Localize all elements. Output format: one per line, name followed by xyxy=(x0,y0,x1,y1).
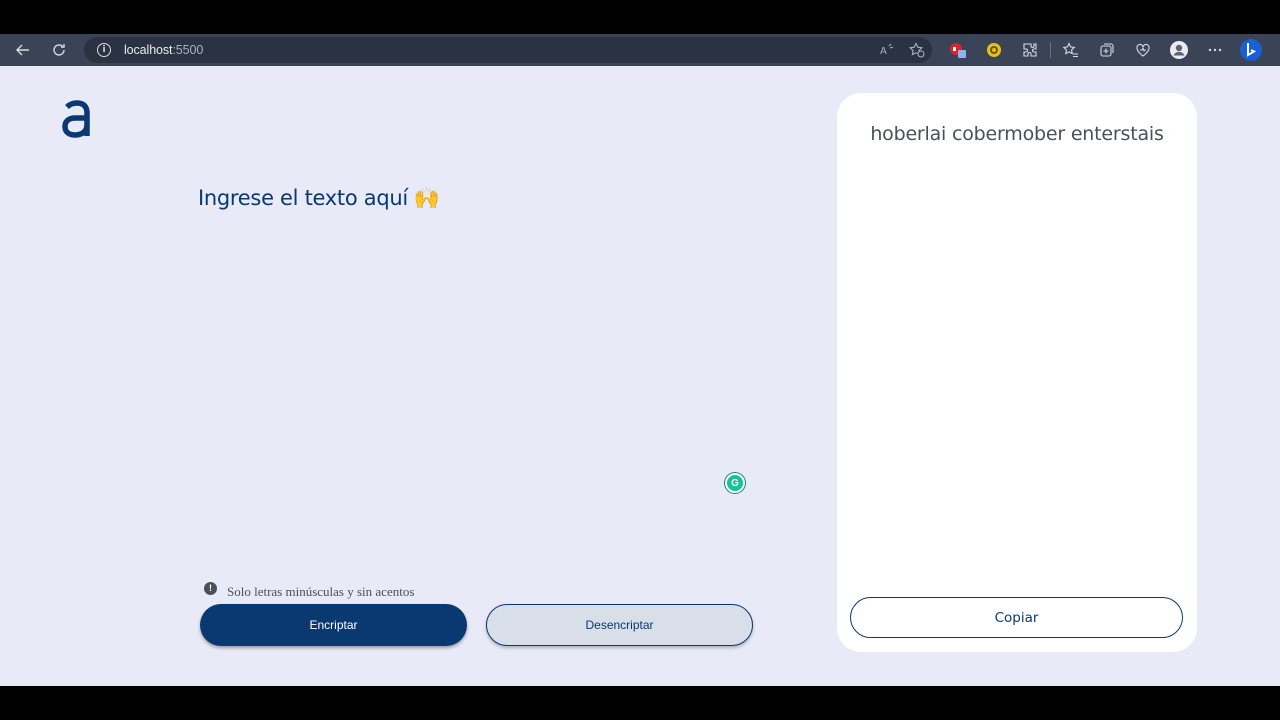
hint-text: Solo letras minúsculas y sin acentos xyxy=(227,584,415,599)
browser-toolbar: i localhost:5500 A xyxy=(0,34,1280,66)
extension-yellow-icon[interactable] xyxy=(976,34,1012,66)
app-logo xyxy=(60,96,94,140)
site-info-icon[interactable]: i xyxy=(97,43,111,57)
url-port: :5500 xyxy=(172,43,204,57)
read-aloud-icon[interactable]: A xyxy=(872,37,902,63)
bing-copilot-icon[interactable] xyxy=(1233,34,1269,66)
exclamation-icon: ! xyxy=(204,581,217,595)
extensions-icon[interactable] xyxy=(1012,34,1048,66)
copy-button[interactable]: Copiar xyxy=(850,597,1183,638)
svg-text:A: A xyxy=(880,46,887,57)
decrypt-button[interactable]: Desencriptar xyxy=(486,604,753,646)
app-page: Ingrese el texto aquí 🙌 G ! Solo letras m… xyxy=(0,66,1280,686)
browser-essentials-icon[interactable] xyxy=(1125,34,1161,66)
address-bar[interactable]: i localhost:5500 A xyxy=(84,37,932,63)
extension-red-icon[interactable] xyxy=(940,34,976,66)
input-hint: ! Solo letras minúsculas y sin acentos xyxy=(204,580,414,600)
raising-hands-icon: 🙌 xyxy=(413,186,440,210)
reload-icon[interactable] xyxy=(41,34,77,66)
output-panel: hoberlai cobermober enterstais Copiar xyxy=(837,93,1197,652)
screen-top-bar xyxy=(0,0,1280,34)
toolbar-divider xyxy=(1050,42,1051,58)
add-favorite-icon[interactable] xyxy=(902,37,932,63)
profile-avatar-icon[interactable] xyxy=(1161,34,1197,66)
url-text[interactable]: localhost:5500 xyxy=(124,43,203,57)
back-icon[interactable] xyxy=(5,34,41,66)
url-host: localhost xyxy=(124,43,173,57)
text-input-area[interactable] xyxy=(198,216,758,566)
collections-icon[interactable] xyxy=(1089,34,1125,66)
more-options-icon[interactable] xyxy=(1197,34,1233,66)
prompt-text: Ingrese el texto aquí xyxy=(198,186,408,210)
grammarly-icon[interactable]: G xyxy=(725,473,745,493)
encrypt-button[interactable]: Encriptar xyxy=(200,604,467,646)
input-placeholder-prompt: Ingrese el texto aquí 🙌 xyxy=(198,186,440,211)
screen-bottom-bar xyxy=(0,686,1280,720)
favorites-icon[interactable] xyxy=(1053,34,1089,66)
output-text: hoberlai cobermober enterstais xyxy=(870,123,1164,145)
